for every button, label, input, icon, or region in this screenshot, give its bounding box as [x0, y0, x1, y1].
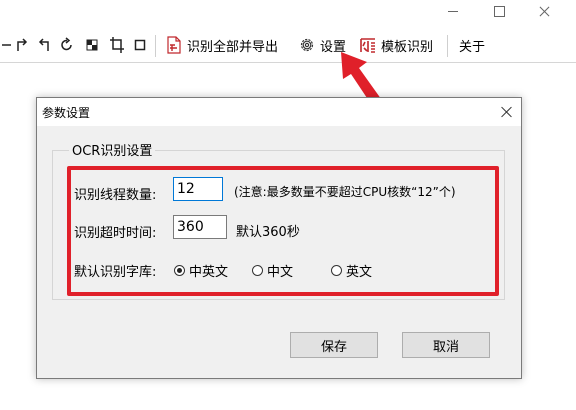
rotate-icon[interactable] [60, 36, 74, 54]
cancel-button[interactable]: 取消 [402, 332, 490, 358]
redo-icon[interactable] [16, 36, 28, 54]
arrow-left-icon[interactable] [2, 36, 12, 54]
dialog-title: 参数设置 [42, 106, 91, 120]
settings-dialog: 参数设置 OCR识别设置 识别线程数量: 12 (注意:最多数量不要超过CPU核… [36, 97, 522, 379]
window-caption [416, 0, 576, 24]
square-icon[interactable] [134, 36, 146, 54]
dialog-close-button[interactable] [493, 98, 521, 126]
close-window-button[interactable] [522, 0, 568, 24]
crop-icon[interactable] [109, 36, 125, 54]
minimize-button[interactable] [430, 0, 476, 24]
toolbar-separator [447, 35, 448, 57]
about-label: 关于 [459, 39, 486, 55]
save-button[interactable]: 保存 [290, 332, 378, 358]
maximize-button[interactable] [476, 0, 522, 24]
pdf-icon [165, 36, 183, 54]
recognize-all-export-button[interactable]: 识别全部并导出 [165, 33, 278, 57]
recognize-all-export-label: 识别全部并导出 [187, 39, 279, 55]
toolbar: 识别全部并导出 设置 模板识别 关于 [0, 28, 576, 63]
about-button[interactable]: 关于 [459, 33, 485, 57]
gear-icon [298, 36, 316, 54]
dialog-titlebar: 参数设置 [37, 98, 521, 126]
grid-icon[interactable] [86, 36, 98, 54]
undo-icon[interactable] [38, 36, 50, 54]
group-title: OCR识别设置 [69, 140, 156, 159]
toolbar-separator [155, 35, 156, 57]
annotation-highlight-box [67, 166, 499, 296]
